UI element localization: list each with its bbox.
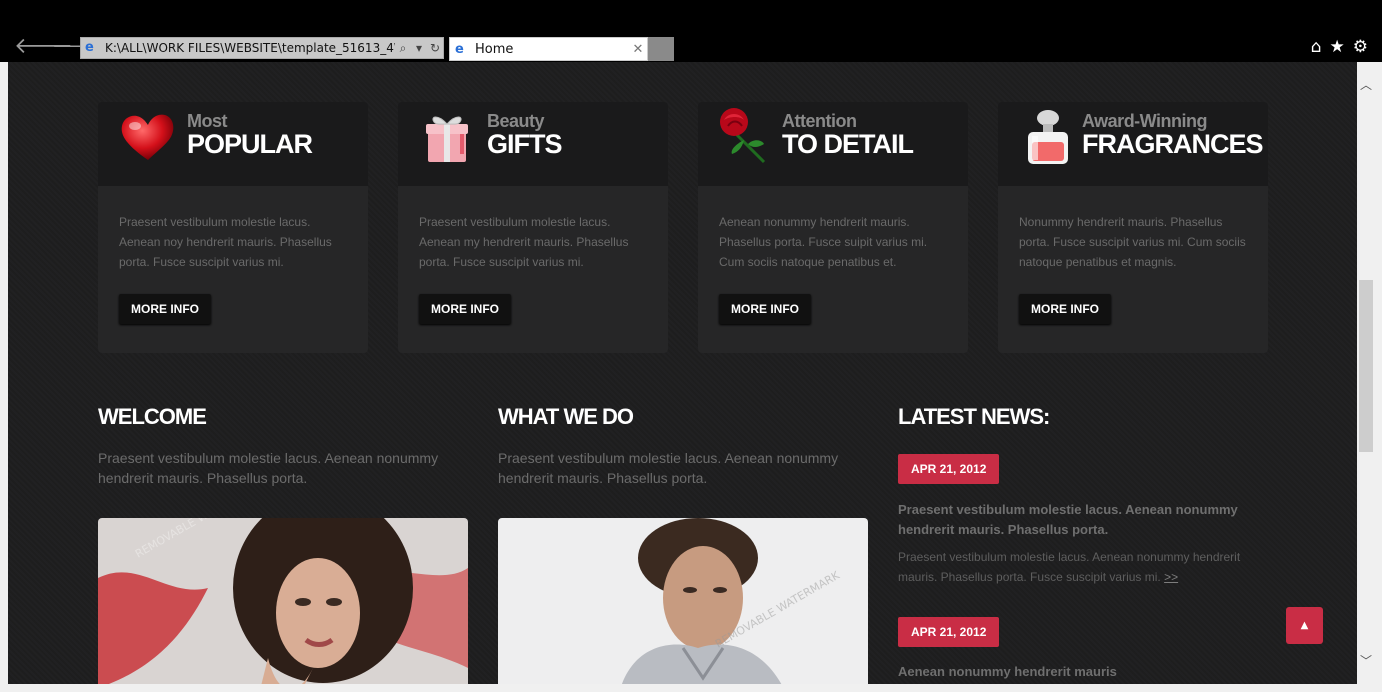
feature-header: Beauty GIFTS [398, 102, 668, 186]
address-url[interactable]: K:\ALL\WORK FILES\WEBSITE\template_51613… [105, 41, 395, 55]
tab-title: Home [475, 41, 514, 57]
web-page: Most POPULAR Praesent vestibulum molesti… [8, 62, 1357, 684]
feature-box-fragrances: Award-Winning FRAGRANCES Nonummy hendrer… [998, 102, 1268, 353]
feature-description: Aenean nonummy hendrerit mauris. Phasell… [719, 215, 928, 269]
feature-description: Praesent vestibulum molestie lacus. Aene… [419, 215, 629, 269]
perfume-bottle-icon [1028, 110, 1068, 164]
viewport: Most POPULAR Praesent vestibulum molesti… [0, 62, 1382, 692]
more-info-button[interactable]: MORE INFO [419, 294, 511, 324]
feature-header: Attention TO DETAIL [698, 102, 968, 186]
what-we-do-text: Praesent vestibulum molestie lacus. Aene… [498, 450, 839, 486]
read-more-link[interactable]: >> [1164, 570, 1178, 584]
man-portrait-image: REMOVABLE WATERMARK [498, 518, 868, 684]
search-icon[interactable]: ⌕ [395, 41, 411, 56]
welcome-text: Praesent vestibulum molestie lacus. Aene… [98, 450, 439, 486]
back-icon[interactable]: 🡐 [14, 36, 73, 58]
close-icon[interactable]: ✕ [629, 42, 647, 57]
what-we-do-title: WHAT WE DO [498, 404, 634, 429]
news-date-badge: APR 21, 2012 [898, 454, 1000, 484]
more-info-button[interactable]: MORE INFO [119, 294, 211, 324]
feature-description: Nonummy hendrerit mauris. Phasellus port… [1019, 215, 1246, 269]
feature-box-popular: Most POPULAR Praesent vestibulum molesti… [98, 102, 368, 353]
welcome-title: WELCOME [98, 404, 207, 429]
scroll-to-top-button[interactable]: ▲ [1286, 607, 1323, 644]
tab-home[interactable]: e Home ✕ [449, 37, 648, 61]
feature-header: Most POPULAR [98, 102, 368, 186]
feature-box-gifts: Beauty GIFTS Praesent vestibulum molesti… [398, 102, 668, 353]
what-we-do-photo: REMOVABLE WATERMARK [498, 518, 868, 684]
more-info-button[interactable]: MORE INFO [719, 294, 811, 324]
refresh-icon[interactable]: ↻ [427, 41, 443, 55]
scrollbar-thumb[interactable] [1359, 280, 1373, 452]
ie-tab-icon: e [455, 41, 464, 57]
vertical-scrollbar[interactable]: ︿ ﹀ [1357, 62, 1375, 692]
feature-box-detail: Attention TO DETAIL Aenean nonummy hendr… [698, 102, 968, 353]
feature-title: FRAGRANCES [1082, 129, 1264, 159]
browser-chrome: 🡐 🡒 e K:\ALL\WORK FILES\WEBSITE\template… [0, 0, 1382, 62]
heart-icon [121, 114, 174, 160]
feature-title: GIFTS [487, 129, 562, 159]
favorites-star-icon[interactable]: ★ [1330, 37, 1345, 57]
gift-box-icon [426, 116, 468, 162]
latest-news-title: LATEST NEWS: [898, 404, 1050, 429]
welcome-photo: REMOVABLE WATERMARK [98, 518, 468, 684]
feature-title: TO DETAIL [782, 129, 914, 159]
ie-page-icon: e [85, 40, 94, 55]
woman-portrait-image: REMOVABLE WATERMARK [98, 518, 468, 684]
home-icon[interactable]: ⌂ [1311, 37, 1322, 57]
address-bar[interactable]: e K:\ALL\WORK FILES\WEBSITE\template_516… [80, 37, 444, 59]
feature-description: Praesent vestibulum molestie lacus. Aene… [119, 215, 332, 269]
news-date-badge: APR 21, 2012 [898, 617, 1000, 647]
feature-header: Award-Winning FRAGRANCES [998, 102, 1268, 186]
settings-gear-icon[interactable]: ⚙ [1353, 37, 1368, 57]
rose-icon [720, 108, 766, 164]
news-item-title[interactable]: Aenean nonummy hendrerit mauris [898, 662, 1248, 682]
scroll-up-arrow-icon[interactable]: ︿ [1357, 76, 1375, 94]
new-tab-button[interactable] [648, 37, 674, 61]
feature-title: POPULAR [187, 129, 313, 159]
news-item-text: Praesent vestibulum molestie lacus. Aene… [898, 547, 1258, 587]
news-item-title[interactable]: Praesent vestibulum molestie lacus. Aene… [898, 500, 1248, 540]
forward-icon[interactable]: 🡒 [52, 36, 100, 58]
more-info-button[interactable]: MORE INFO [1019, 294, 1111, 324]
scroll-down-arrow-icon[interactable]: ﹀ [1357, 652, 1375, 670]
news-item-body: Praesent vestibulum molestie lacus. Aene… [898, 550, 1241, 584]
dropdown-icon[interactable]: ▾ [411, 41, 427, 55]
